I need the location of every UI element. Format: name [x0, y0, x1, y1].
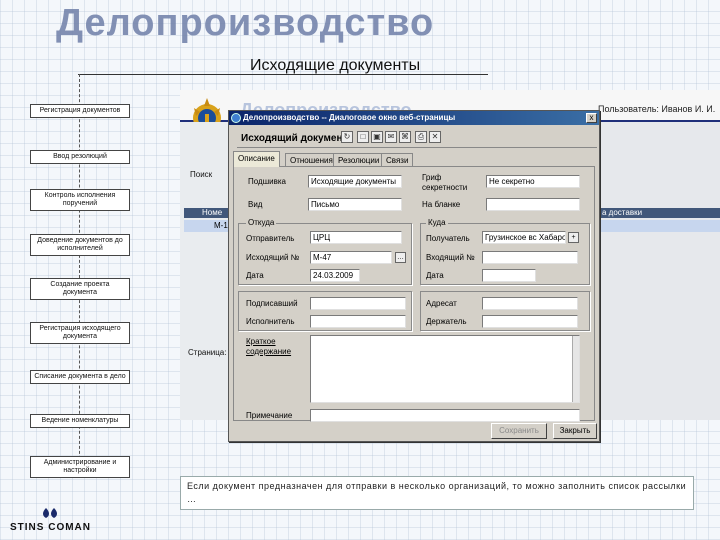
- from-legend: Откуда: [246, 218, 277, 227]
- signer-label: Подписавший: [246, 299, 298, 308]
- flow-step-outgoing-registration: Регистрация исходящего документа: [30, 322, 130, 344]
- letterhead-field[interactable]: [486, 198, 580, 211]
- table-column-header-left: Номе: [184, 208, 228, 218]
- letterhead-label: На бланке: [422, 200, 461, 209]
- to-legend: Куда: [426, 218, 448, 227]
- lookup-icon[interactable]: …: [395, 252, 406, 263]
- flow-step-nomenclature: Ведение номенклатуры: [30, 414, 130, 428]
- from-date-label: Дата: [246, 271, 264, 280]
- to-date-label: Дата: [426, 271, 444, 280]
- dialog-titlebar[interactable]: Делопроизводство -- Диалоговое окно веб-…: [229, 111, 599, 125]
- background-right-pane: [600, 122, 720, 420]
- flow-step-archive: Списание документа в дело: [30, 370, 130, 384]
- subtitle-underline: [78, 74, 488, 75]
- table-row-highlight: [600, 220, 720, 232]
- background-left-pane: [180, 122, 228, 420]
- flow-step-draft: Создание проекта документа: [30, 278, 130, 300]
- table-column-header: а доставки: [600, 208, 720, 218]
- secrecy-field[interactable]: Не секретно: [486, 175, 580, 188]
- outgoing-number-field[interactable]: М-47: [310, 251, 392, 264]
- summary-field[interactable]: [310, 335, 580, 403]
- tab-resolutions[interactable]: Резолюции: [333, 153, 385, 167]
- holder-field[interactable]: [482, 315, 578, 328]
- browser-icon: [231, 113, 241, 123]
- slide-title: Делопроизводство: [56, 2, 435, 44]
- close-dialog-button[interactable]: Закрыть: [553, 423, 597, 439]
- save-button[interactable]: Сохранить: [491, 423, 547, 439]
- incoming-number-field[interactable]: [482, 251, 578, 264]
- type-label: Вид: [248, 200, 263, 209]
- folder-label: Подшивка: [248, 177, 286, 186]
- outgoing-document-dialog: Делопроизводство -- Диалоговое окно веб-…: [228, 110, 600, 442]
- summary-label[interactable]: Краткое содержание: [246, 337, 302, 357]
- type-field[interactable]: Письмо: [308, 198, 402, 211]
- signer-field[interactable]: [310, 297, 406, 310]
- executor-field[interactable]: [310, 315, 406, 328]
- tab-panel: Подшивка Исходящие документы Вид Письмо …: [233, 166, 595, 422]
- sender-label: Отправитель: [246, 234, 295, 243]
- slide-note: Если документ предназначен для отправки …: [180, 476, 694, 510]
- recipient-field[interactable]: Грузинское вс Хабаро: [482, 231, 566, 244]
- recipient-lookup-icon[interactable]: +: [568, 232, 579, 243]
- outgoing-number-label: Исходящий №: [246, 253, 300, 262]
- flow-step-admin: Администрирование и настройки: [30, 456, 130, 478]
- tab-relations[interactable]: Отношения: [285, 153, 338, 167]
- save-icon[interactable]: ▣: [371, 131, 383, 143]
- addressee-field[interactable]: [482, 297, 578, 310]
- search-label: Поиск: [190, 170, 213, 179]
- sender-field[interactable]: ЦРЦ: [310, 231, 402, 244]
- user-label: Пользователь: Иванов И. И.: [598, 104, 716, 114]
- pages-label: Страница:: [188, 348, 227, 357]
- slide-subtitle: Исходящие документы: [250, 57, 421, 74]
- secrecy-label: Гриф секретности: [422, 173, 468, 192]
- flow-step-registration: Регистрация документов: [30, 104, 130, 118]
- from-date-field[interactable]: 24.03.2009: [310, 269, 360, 282]
- addressee-label: Адресат: [426, 299, 457, 308]
- refresh-icon[interactable]: ↻: [341, 131, 353, 143]
- summary-scrollbar[interactable]: [572, 336, 579, 402]
- to-date-field[interactable]: [482, 269, 536, 282]
- flow-step-resolutions: Ввод резолюций: [30, 150, 130, 164]
- print-icon[interactable]: ⎙: [415, 131, 427, 143]
- note-label: Примечание: [246, 411, 293, 420]
- new-document-icon[interactable]: □: [357, 131, 369, 143]
- incoming-number-label: Входящий №: [426, 253, 475, 262]
- folder-field[interactable]: Исходящие документы: [308, 175, 402, 188]
- recipient-label: Получатель: [426, 234, 470, 243]
- table-row[interactable]: М-1: [184, 220, 228, 232]
- tab-links[interactable]: Связи: [381, 153, 414, 167]
- document-heading: Исходящий документ: [241, 133, 348, 144]
- heading-divider: [237, 147, 597, 148]
- flow-step-delivery: Доведение документов до исполнителей: [30, 234, 130, 256]
- tab-description[interactable]: Описание: [233, 151, 280, 167]
- note-field[interactable]: [310, 409, 580, 422]
- close-button[interactable]: x: [586, 113, 597, 123]
- holder-label: Держатель: [426, 317, 467, 326]
- send-icon[interactable]: ✉: [385, 131, 397, 143]
- executor-label: Исполнитель: [246, 317, 295, 326]
- flow-step-control: Контроль исполнения поручений: [30, 189, 130, 211]
- attach-icon[interactable]: ⌘: [399, 131, 411, 143]
- company-logo-text: STINS COMAN: [10, 522, 91, 533]
- delete-icon[interactable]: ✕: [429, 131, 441, 143]
